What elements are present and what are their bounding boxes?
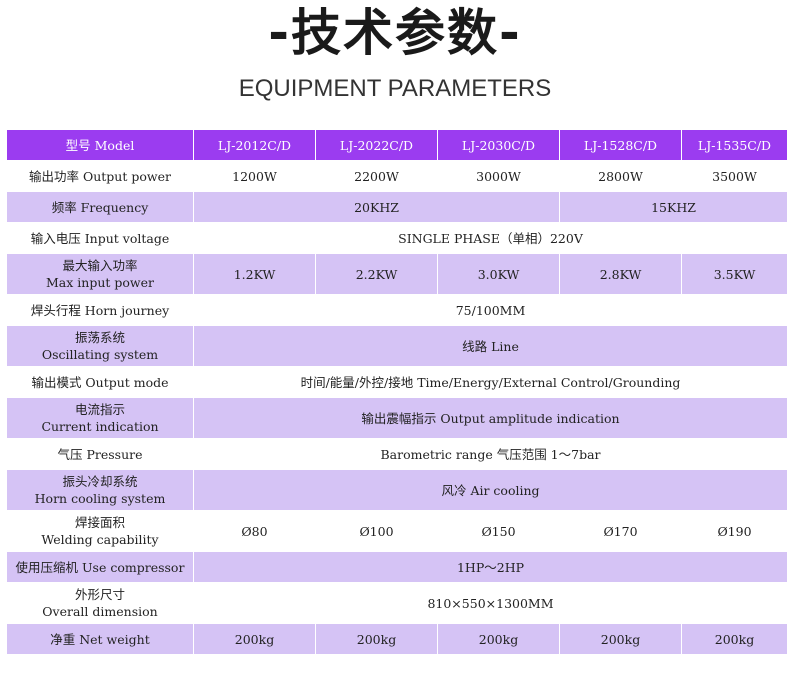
row-label-oscillating-system: 振荡系统 Oscillating system [7,326,193,366]
frequency-cell-group2: 15KHZ [560,192,787,222]
output-power-cell: 1200W [194,161,315,191]
output-power-cell: 2200W [316,161,437,191]
model-header-label: 型号 Model [7,130,193,160]
row-label-cn: 电流指示 [74,402,125,417]
row-label-overall-dimension: 外形尺寸 Overall dimension [7,583,193,623]
max-input-power-cell: 2.2KW [316,254,437,294]
max-input-power-cell: 2.8KW [560,254,681,294]
row-label-frequency: 频率 Frequency [7,192,193,222]
net-weight-cell: 200kg [194,624,315,654]
row-label-use-compressor: 使用压缩机 Use compressor [7,552,193,582]
model-header-cell: LJ-2022C/D [316,130,437,160]
model-header-cell: LJ-2012C/D [194,130,315,160]
row-label-cn: 振头冷却系统 [62,474,138,489]
row-label-en: Overall dimension [42,604,158,619]
welding-capability-cell: Ø100 [316,511,437,551]
pressure-cell: Barometric range 气压范围 1～7bar [194,439,787,469]
model-header-cell: LJ-1535C/D [682,130,787,160]
oscillating-system-cell: 线路 Line [194,326,787,366]
output-power-cell: 2800W [560,161,681,191]
max-input-power-cell: 3.5KW [682,254,787,294]
row-label-cn: 外形尺寸 [74,587,125,602]
row-label-input-voltage: 输入电压 Input voltage [7,223,193,253]
row-label-cn: 最大输入功率 [62,258,138,273]
row-label-welding-capability: 焊接面积 Welding capability [7,511,193,551]
current-indication-cell: 输出震幅指示 Output amplitude indication [194,398,787,438]
row-label-en: Horn cooling system [34,491,166,506]
output-power-cell: 3500W [682,161,787,191]
row-label-output-power: 输出功率 Output power [7,161,193,191]
row-label-en: Welding capability [41,532,159,547]
row-label-current-indication: 电流指示 Current indication [7,398,193,438]
row-label-output-mode: 输出模式 Output mode [7,367,193,397]
net-weight-cell: 200kg [316,624,437,654]
row-label-pressure: 气压 Pressure [7,439,193,469]
horn-journey-cell: 75/100MM [194,295,787,325]
row-label-max-input-power: 最大输入功率 Max input power [7,254,193,294]
model-header-cell: LJ-1528C/D [560,130,681,160]
page-title: -技术参数- [268,4,522,62]
row-label-horn-journey: 焊头行程 Horn journey [7,295,193,325]
row-label-cn: 振荡系统 [74,330,125,345]
parameters-table: 型号 Model LJ-2012C/D LJ-2022C/D LJ-2030C/… [7,130,787,654]
max-input-power-cell: 1.2KW [194,254,315,294]
net-weight-cell: 200kg [438,624,559,654]
output-power-cell: 3000W [438,161,559,191]
input-voltage-cell: SINGLE PHASE（单相）220V [194,223,787,253]
welding-capability-cell: Ø80 [194,511,315,551]
row-label-en: Oscillating system [41,347,159,362]
row-label-cn: 焊接面积 [74,515,125,530]
net-weight-cell: 200kg [560,624,681,654]
output-mode-cell: 时间/能量/外控/接地 Time/Energy/External Control… [194,367,787,397]
use-compressor-cell: 1HP～2HP [194,552,787,582]
welding-capability-cell: Ø170 [560,511,681,551]
welding-capability-cell: Ø150 [438,511,559,551]
row-label-net-weight: 净重 Net weight [7,624,193,654]
page-subtitle: EQUIPMENT PARAMETERS [238,75,552,102]
row-label-en: Max input power [46,275,154,290]
max-input-power-cell: 3.0KW [438,254,559,294]
frequency-cell-group1: 20KHZ [194,192,559,222]
row-label-en: Current indication [41,419,159,434]
net-weight-cell: 200kg [682,624,787,654]
welding-capability-cell: Ø190 [682,511,787,551]
row-label-horn-cooling: 振头冷却系统 Horn cooling system [7,470,193,510]
overall-dimension-cell: 810×550×1300MM [194,583,787,623]
horn-cooling-cell: 风冷 Air cooling [194,470,787,510]
model-header-cell: LJ-2030C/D [438,130,559,160]
